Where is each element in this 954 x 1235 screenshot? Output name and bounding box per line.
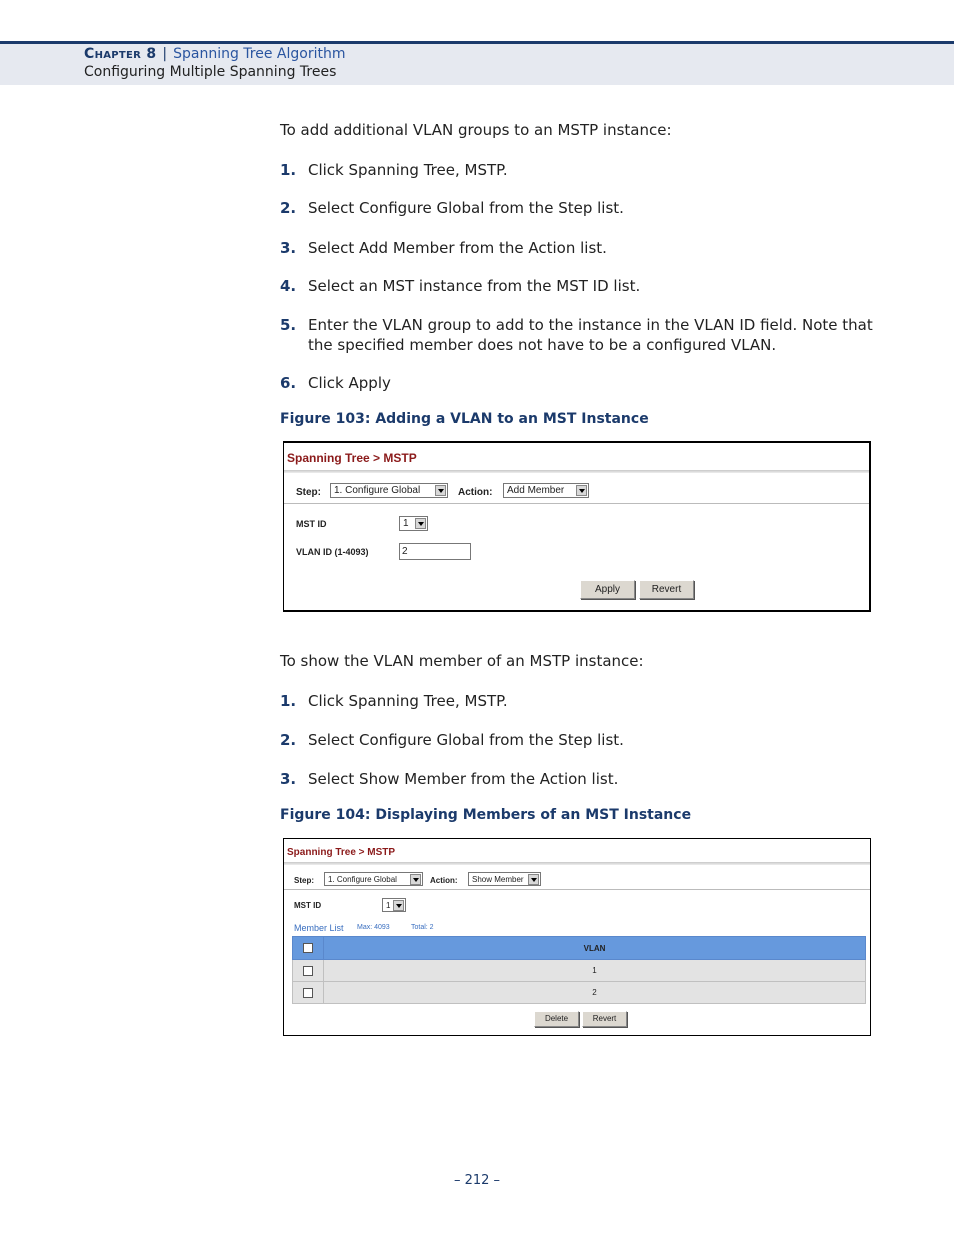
step-number: 1. bbox=[280, 161, 297, 179]
vlan-cell: 2 bbox=[323, 981, 866, 1004]
step-text: Enter the VLAN group to add to the insta… bbox=[308, 316, 873, 354]
action-label: Action: bbox=[430, 876, 458, 885]
section1-step: 4. Select an MST instance from the MST ID… bbox=[280, 276, 880, 296]
section1-step: 1. Click Spanning Tree, MSTP. bbox=[280, 160, 880, 180]
row-checkbox[interactable] bbox=[303, 987, 313, 998]
section2-intro: To show the VLAN member of an MSTP insta… bbox=[280, 652, 644, 670]
vlan-id-input[interactable]: 2 bbox=[399, 543, 471, 560]
member-max: Max: 4093 bbox=[357, 924, 390, 931]
step-text: Select an MST instance from the MST ID l… bbox=[308, 277, 641, 295]
chevron-down-icon[interactable] bbox=[393, 900, 404, 911]
section1-intro: To add additional VLAN groups to an MSTP… bbox=[280, 121, 672, 139]
step-text: Select Add Member from the Action list. bbox=[308, 239, 607, 257]
step-number: 6. bbox=[280, 374, 297, 392]
step-select[interactable]: 1. Configure Global bbox=[324, 872, 423, 886]
section2-step: 3. Select Show Member from the Action lis… bbox=[280, 769, 880, 789]
table-header-row: VLAN bbox=[292, 936, 866, 960]
chevron-down-icon[interactable] bbox=[528, 874, 539, 885]
chevron-down-icon[interactable] bbox=[410, 874, 421, 885]
figure-103-caption: Figure 103: Adding a VLAN to an MST Inst… bbox=[280, 411, 649, 427]
action-select-value: Show Member bbox=[472, 875, 524, 884]
action-select[interactable]: Show Member bbox=[468, 872, 541, 886]
mst-id-select-value: 1 bbox=[403, 518, 409, 529]
step-text: Select Show Member from the Action list. bbox=[308, 770, 619, 788]
page-number: – 212 – bbox=[453, 1173, 501, 1188]
breadcrumb: Spanning Tree > MSTP bbox=[287, 451, 417, 465]
step-number: 1. bbox=[280, 692, 297, 710]
chevron-down-icon[interactable] bbox=[435, 485, 446, 496]
action-select-value: Add Member bbox=[507, 485, 565, 496]
member-list-label: Member List bbox=[294, 923, 344, 933]
revert-button[interactable]: Revert bbox=[582, 1011, 627, 1027]
step-text: Click Spanning Tree, MSTP. bbox=[308, 161, 508, 179]
vlan-cell: 1 bbox=[323, 959, 866, 982]
section2-step: 2. Select Configure Global from the Step … bbox=[280, 730, 880, 750]
row-select-cell bbox=[292, 959, 324, 982]
member-table: VLAN 1 2 bbox=[292, 936, 866, 1004]
row-select-cell bbox=[292, 981, 324, 1004]
step-text: Select Configure Global from the Step li… bbox=[308, 731, 624, 749]
step-number: 2. bbox=[280, 731, 297, 749]
header-separator: | bbox=[162, 46, 168, 62]
step-label: Step: bbox=[294, 876, 314, 885]
figure-104-screenshot: Spanning Tree > MSTP Step: 1. Configure … bbox=[283, 838, 871, 1036]
figure-104-caption: Figure 104: Displaying Members of an MST… bbox=[280, 807, 692, 823]
step-number: 5. bbox=[280, 316, 297, 334]
divider bbox=[284, 470, 869, 473]
divider bbox=[284, 889, 870, 890]
chevron-down-icon[interactable] bbox=[576, 485, 587, 496]
action-select[interactable]: Add Member bbox=[503, 483, 589, 498]
header-chapter-line: Chapter 8 | Spanning Tree Algorithm bbox=[84, 46, 346, 62]
member-total: Total: 2 bbox=[411, 924, 434, 931]
step-text: Click Apply bbox=[308, 374, 391, 392]
step-number: 4. bbox=[280, 277, 297, 295]
step-number: 3. bbox=[280, 239, 297, 257]
mst-id-select-value: 1 bbox=[386, 901, 391, 910]
section1-step: 6. Click Apply bbox=[280, 373, 880, 393]
action-label: Action: bbox=[458, 487, 493, 498]
section1-step: 3. Select Add Member from the Action list… bbox=[280, 238, 880, 258]
mst-id-select[interactable]: 1 bbox=[382, 898, 406, 912]
delete-button[interactable]: Delete bbox=[534, 1011, 579, 1027]
step-select[interactable]: 1. Configure Global bbox=[330, 483, 448, 498]
step-text: Select Configure Global from the Step li… bbox=[308, 199, 624, 217]
chapter-label: Chapter 8 bbox=[84, 46, 157, 62]
select-all-cell bbox=[292, 936, 324, 960]
divider bbox=[284, 862, 870, 865]
table-row: 1 bbox=[292, 959, 866, 982]
apply-button[interactable]: Apply bbox=[580, 580, 635, 599]
chapter-title: Spanning Tree Algorithm bbox=[173, 46, 346, 62]
divider bbox=[284, 503, 869, 504]
table-row: 2 bbox=[292, 981, 866, 1004]
step-text: Click Spanning Tree, MSTP. bbox=[308, 692, 508, 710]
mst-id-label: MST ID bbox=[294, 901, 322, 910]
step-select-value: 1. Configure Global bbox=[328, 875, 397, 884]
step-number: 2. bbox=[280, 199, 297, 217]
breadcrumb: Spanning Tree > MSTP bbox=[287, 847, 396, 858]
vlan-id-label: VLAN ID (1-4093) bbox=[296, 547, 369, 557]
select-all-checkbox[interactable] bbox=[303, 943, 313, 953]
mst-id-label: MST ID bbox=[296, 519, 327, 529]
chevron-down-icon[interactable] bbox=[415, 518, 426, 529]
row-checkbox[interactable] bbox=[303, 965, 313, 976]
revert-button[interactable]: Revert bbox=[639, 580, 694, 599]
step-label: Step: bbox=[296, 487, 321, 498]
step-select-value: 1. Configure Global bbox=[334, 485, 421, 496]
step-number: 3. bbox=[280, 770, 297, 788]
section2-step: 1. Click Spanning Tree, MSTP. bbox=[280, 691, 880, 711]
section1-step: 2. Select Configure Global from the Step … bbox=[280, 198, 880, 218]
section1-step: 5. Enter the VLAN group to add to the ins… bbox=[280, 315, 880, 355]
page-header: Chapter 8 | Spanning Tree Algorithm Config… bbox=[0, 44, 954, 85]
section-title: Configuring Multiple Spanning Trees bbox=[84, 64, 337, 80]
mst-id-select[interactable]: 1 bbox=[399, 516, 428, 531]
vlan-column-header: VLAN bbox=[323, 936, 866, 960]
figure-103-screenshot: Spanning Tree > MSTP Step: 1. Configure … bbox=[283, 441, 871, 612]
